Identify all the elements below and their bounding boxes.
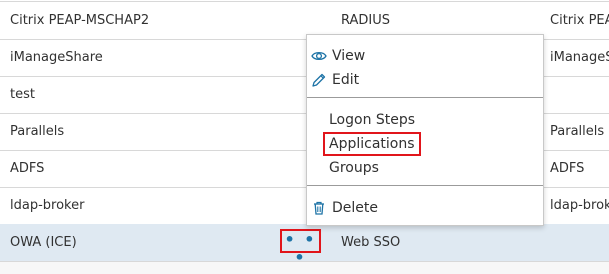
menu-item-view[interactable]: View: [307, 45, 543, 67]
row-name: OWA (ICE): [10, 235, 77, 250]
menu-item-logon-steps[interactable]: Logon Steps: [307, 109, 543, 131]
row-name: test: [10, 87, 35, 102]
pencil-icon: [311, 72, 327, 88]
row-name: Citrix PEAP-MSCHAP2: [10, 13, 150, 28]
row-name-2: ADFS: [550, 161, 585, 176]
eye-icon: [311, 48, 327, 64]
row-name: ADFS: [10, 161, 45, 176]
row-actions-menu: View Edit Logon Steps Applications Group…: [306, 34, 544, 226]
menu-item-label: View: [332, 48, 366, 64]
menu-item-label: Logon Steps: [329, 112, 416, 128]
menu-item-edit[interactable]: Edit: [307, 69, 543, 91]
row-name: iManageShare: [10, 50, 103, 65]
menu-item-label: Edit: [332, 72, 360, 88]
row-name-2: Parallels: [550, 124, 605, 139]
trash-icon: [311, 200, 327, 216]
menu-item-label: Delete: [332, 200, 378, 216]
row-name: ldap-broker: [10, 198, 85, 213]
menu-divider: [307, 97, 543, 98]
menu-item-delete[interactable]: Delete: [307, 197, 543, 219]
row-name-2: Citrix PEAP-: [550, 13, 609, 28]
menu-item-groups[interactable]: Groups: [307, 157, 543, 179]
menu-item-label: Groups: [329, 160, 379, 176]
menu-divider: [307, 185, 543, 186]
row-name: Parallels: [10, 124, 65, 139]
row-name-2: iManageSh: [550, 50, 609, 65]
row-actions-button[interactable]: • • •: [280, 229, 321, 267]
row-name-2: ldap-broke: [550, 198, 609, 213]
row-type: Web SSO: [341, 235, 401, 250]
applications-highlight-box: [323, 132, 421, 156]
